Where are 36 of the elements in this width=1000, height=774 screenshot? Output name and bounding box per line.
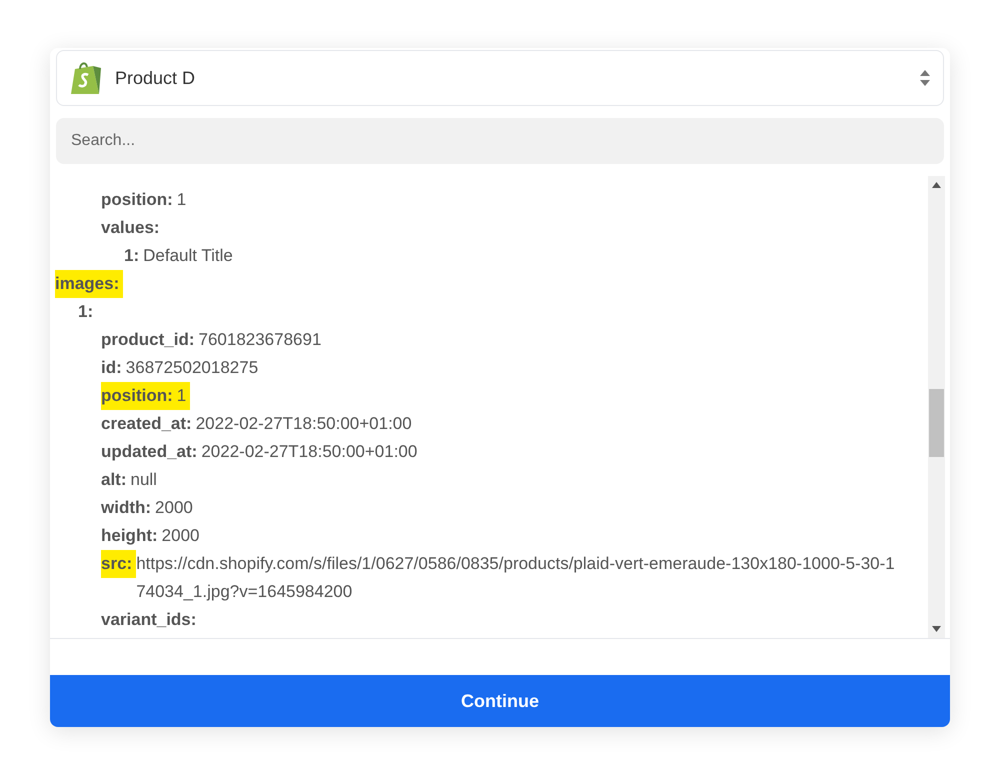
scrollbar-thumb[interactable] xyxy=(929,389,944,457)
field-key: width: xyxy=(101,494,156,522)
product-select[interactable]: Product D xyxy=(56,50,944,106)
field-value: null xyxy=(130,469,158,491)
field-key: position: xyxy=(101,186,177,214)
scrollbar[interactable] xyxy=(928,176,945,638)
field-value: 2022-02-27T18:50:00+01:00 xyxy=(196,413,413,435)
field-key: values: xyxy=(101,214,164,242)
field-key: product_id: xyxy=(101,326,198,354)
field-value: 2000 xyxy=(155,497,194,519)
field-key: id: xyxy=(101,354,126,382)
field-key: position: xyxy=(101,382,177,410)
select-value: Product D xyxy=(115,66,196,90)
field-value: Default Title xyxy=(143,245,234,267)
field-value: https://cdn.shopify.com/s/files/1/0627/0586/0835/products/plaid-vert-emeraude-130x180-1000-5-30-174034_1.jpg?v=1645984200 xyxy=(136,553,896,603)
field-value: 2022-02-27T18:50:00+01:00 xyxy=(201,441,418,463)
field-key: updated_at: xyxy=(101,438,202,466)
scroll-down-icon[interactable] xyxy=(932,626,941,632)
field-key: src: xyxy=(101,550,136,578)
field-value: 1 xyxy=(176,382,190,410)
field-value: 7601823678691 xyxy=(198,329,322,351)
scroll-up-icon[interactable] xyxy=(932,182,941,188)
continue-button[interactable]: Continue xyxy=(50,675,950,727)
shopping-bag-icon xyxy=(69,60,103,96)
field-key: variant_ids: xyxy=(101,606,200,634)
field-key: height: xyxy=(101,522,162,550)
field-key: alt: xyxy=(101,466,130,494)
sort-arrows-icon xyxy=(919,69,931,87)
field-value: 2000 xyxy=(162,525,200,547)
field-key: 1: xyxy=(124,242,144,270)
search-field[interactable]: Search... xyxy=(56,118,944,164)
field-value: 1 xyxy=(176,189,188,211)
field-key: 1: xyxy=(78,298,98,326)
field-value: 36872502018275 xyxy=(126,357,260,379)
field-key: created_at: xyxy=(101,410,196,438)
field-key: images: xyxy=(55,270,124,298)
